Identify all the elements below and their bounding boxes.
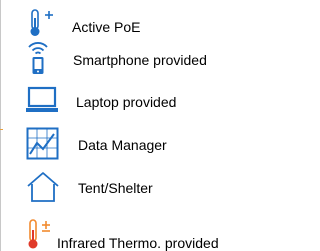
legend-item-label: Active PoE — [72, 19, 141, 35]
legend-item-label: Smartphone provided — [73, 52, 207, 68]
legend-item-infrared-thermo: Infrared Thermo. provided — [0, 214, 250, 251]
legend-list: Active PoE Smartphone provided Laptop pr… — [0, 0, 250, 251]
tent-shelter-icon — [27, 172, 59, 202]
data-manager-chart-icon — [26, 127, 59, 160]
legend-item-smartphone: Smartphone provided — [0, 38, 250, 74]
legend-item-data-manager: Data Manager — [0, 126, 250, 162]
legend-item-label: Infrared Thermo. provided — [57, 235, 219, 251]
legend-item-label: Laptop provided — [76, 94, 177, 110]
laptop-icon — [26, 86, 58, 112]
legend-item-active-poe: Active PoE — [0, 2, 250, 38]
smartphone-wireless-icon — [28, 42, 48, 74]
legend-item-label: Data Manager — [78, 137, 167, 153]
legend-item-laptop: Laptop provided — [0, 84, 250, 120]
legend-item-label: Tent/Shelter — [78, 180, 153, 196]
thermometer-plus-icon — [30, 9, 53, 36]
legend-item-tent-shelter: Tent/Shelter — [0, 170, 250, 206]
infrared-thermometer-icon — [28, 219, 50, 249]
